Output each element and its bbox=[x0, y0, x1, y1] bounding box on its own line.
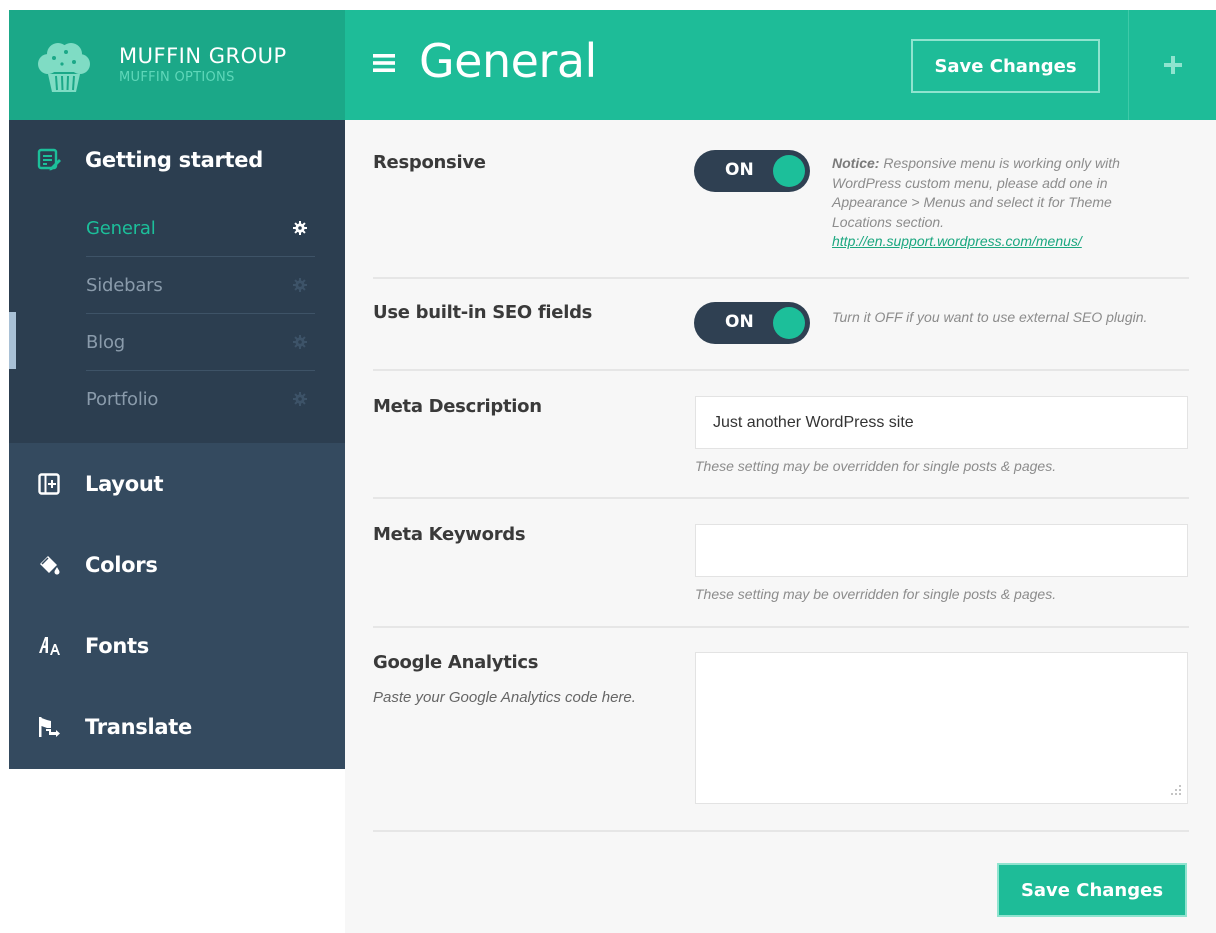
hamburger-menu-icon[interactable] bbox=[373, 54, 395, 72]
flag-icon bbox=[37, 715, 61, 739]
gear-icon[interactable] bbox=[293, 221, 307, 235]
page-header: General Save Changes bbox=[345, 10, 1216, 120]
row-divider bbox=[373, 626, 1189, 628]
toggle-knob bbox=[773, 155, 805, 187]
subnav-item-label: Sidebars bbox=[86, 274, 163, 296]
subnav-item-label: Portfolio bbox=[86, 389, 159, 410]
row-divider bbox=[373, 830, 1189, 832]
font-icon bbox=[37, 634, 61, 658]
setting-label: Google Analytics bbox=[373, 652, 539, 673]
subnav-item-portfolio[interactable]: Portfolio bbox=[86, 371, 315, 428]
layout-icon bbox=[37, 472, 61, 496]
muffin-logo-icon bbox=[38, 43, 90, 92]
meta-keywords-hint: These setting may be overridden for sing… bbox=[695, 586, 1057, 602]
meta-keywords-input[interactable] bbox=[695, 524, 1188, 577]
toggle-state: ON bbox=[725, 312, 754, 332]
sidebar-item-colors[interactable]: Colors bbox=[9, 524, 345, 605]
brand-title: MUFFIN GROUP bbox=[119, 44, 287, 68]
setting-label: Responsive bbox=[373, 152, 486, 173]
setting-label: Meta Keywords bbox=[373, 524, 526, 545]
sidebar-item-layout[interactable]: Layout bbox=[9, 443, 345, 524]
row-divider bbox=[373, 497, 1189, 499]
subnav-item-sidebars[interactable]: Sidebars bbox=[86, 257, 315, 314]
gear-icon[interactable] bbox=[293, 335, 307, 349]
edit-document-icon bbox=[37, 148, 61, 172]
toggle-knob bbox=[773, 307, 805, 339]
subnav-item-general[interactable]: General bbox=[86, 200, 315, 257]
responsive-toggle[interactable]: ON bbox=[694, 150, 810, 192]
gear-icon[interactable] bbox=[293, 392, 307, 406]
sidebar-item-label: Translate bbox=[85, 714, 192, 739]
setting-description: Paste your Google Analytics code here. bbox=[373, 689, 636, 706]
sidebar-item-label: Layout bbox=[85, 471, 164, 496]
meta-description-input[interactable]: Just another WordPress site bbox=[695, 396, 1188, 449]
notice-label: Notice: bbox=[832, 155, 880, 171]
gear-icon[interactable] bbox=[293, 278, 307, 292]
row-divider bbox=[373, 369, 1189, 371]
google-analytics-textarea[interactable] bbox=[695, 652, 1188, 804]
seo-toggle[interactable]: ON bbox=[694, 302, 810, 344]
paint-bucket-icon bbox=[37, 553, 61, 577]
settings-panel: Responsive ON Notice: Responsive menu is… bbox=[345, 120, 1216, 933]
save-changes-button-bottom[interactable]: Save Changes bbox=[997, 863, 1187, 917]
setting-label: Meta Description bbox=[373, 396, 542, 417]
page-title: General bbox=[419, 34, 597, 88]
sidebar-item-getting-started[interactable]: Getting started bbox=[9, 120, 345, 200]
subnav-item-label: General bbox=[86, 217, 156, 239]
sidebar-item-translate[interactable]: Translate bbox=[9, 686, 345, 767]
menus-help-link[interactable]: http://en.support.wordpress.com/menus/ bbox=[832, 233, 1082, 249]
header-divider bbox=[1128, 10, 1129, 120]
getting-started-subnav: General Sidebars Blog Portfolio bbox=[9, 200, 345, 428]
row-divider bbox=[373, 277, 1189, 279]
seo-note: Turn it OFF if you want to use external … bbox=[832, 309, 1148, 325]
save-changes-button-top[interactable]: Save Changes bbox=[911, 39, 1100, 93]
toggle-state: ON bbox=[725, 160, 754, 180]
sidebar-item-label: Colors bbox=[85, 552, 158, 577]
brand-header: MUFFIN GROUP MUFFIN OPTIONS bbox=[9, 10, 345, 120]
sidebar-item-label: Getting started bbox=[85, 148, 263, 172]
sidebar-item-fonts[interactable]: Fonts bbox=[9, 605, 345, 686]
responsive-notice: Notice: Responsive menu is working only … bbox=[832, 154, 1172, 252]
meta-description-hint: These setting may be overridden for sing… bbox=[695, 458, 1057, 474]
sidebar: MUFFIN GROUP MUFFIN OPTIONS Getting star… bbox=[9, 10, 345, 769]
resize-grip-icon[interactable] bbox=[1168, 783, 1182, 797]
plus-icon[interactable] bbox=[1163, 55, 1183, 75]
sidebar-item-label: Fonts bbox=[85, 633, 149, 658]
setting-label: Use built-in SEO fields bbox=[373, 302, 593, 323]
subnav-item-blog[interactable]: Blog bbox=[86, 314, 315, 371]
getting-started-section: Getting started General Sidebars Blog Po… bbox=[9, 120, 345, 443]
subnav-item-label: Blog bbox=[86, 331, 125, 353]
brand-subtitle: MUFFIN OPTIONS bbox=[119, 70, 235, 85]
